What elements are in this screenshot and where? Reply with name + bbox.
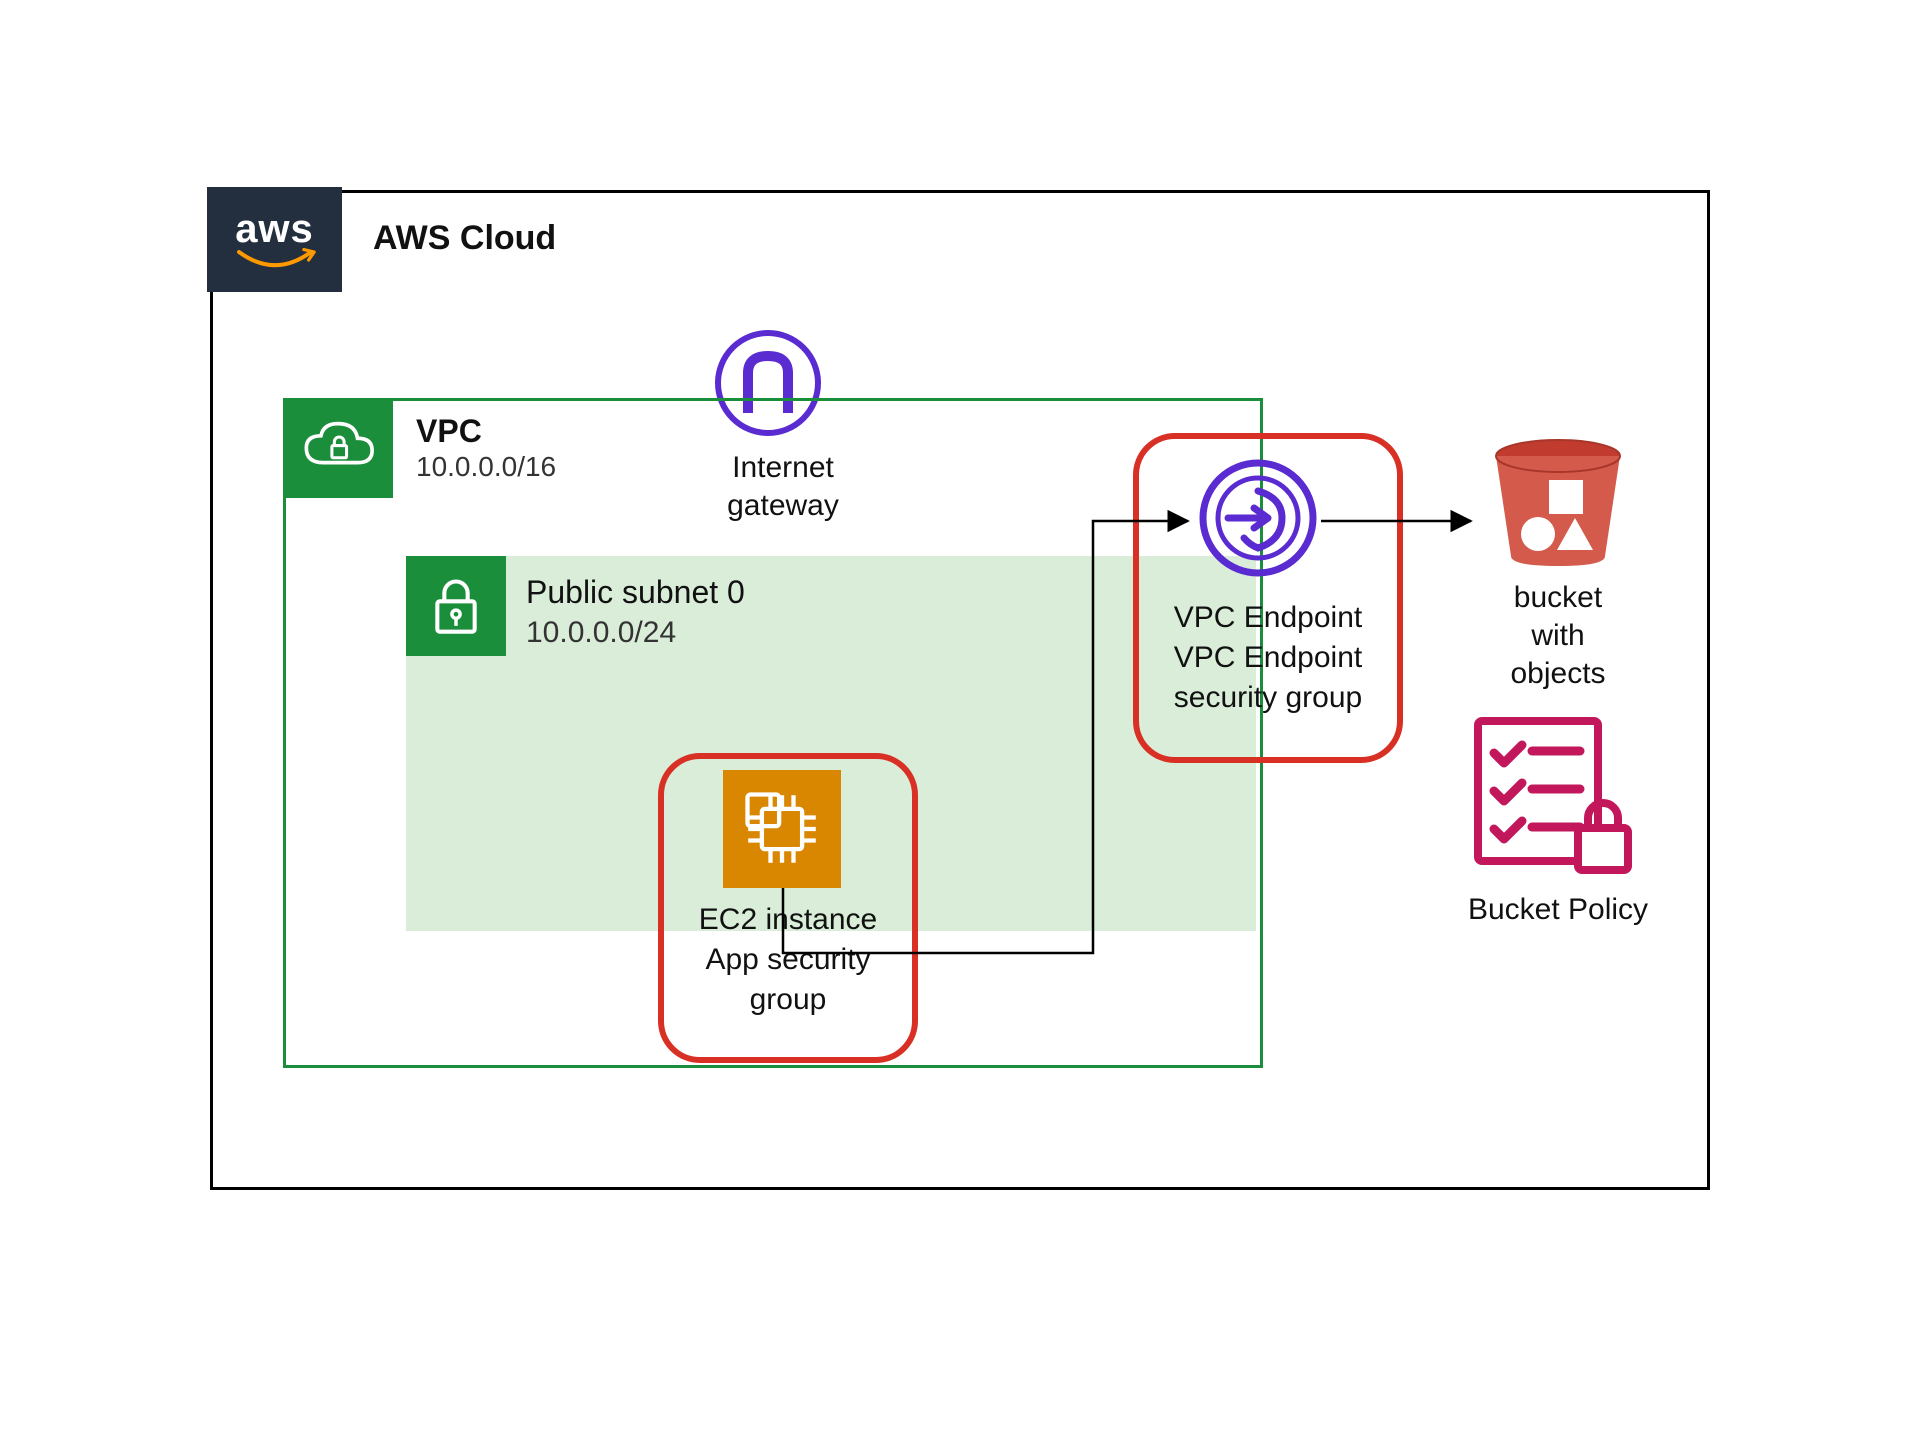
diagram-canvas: aws AWS Cloud Internet gateway — [170, 100, 1750, 1290]
aws-cloud-box: aws AWS Cloud Internet gateway — [210, 190, 1710, 1190]
connector-lines — [213, 193, 1707, 1187]
